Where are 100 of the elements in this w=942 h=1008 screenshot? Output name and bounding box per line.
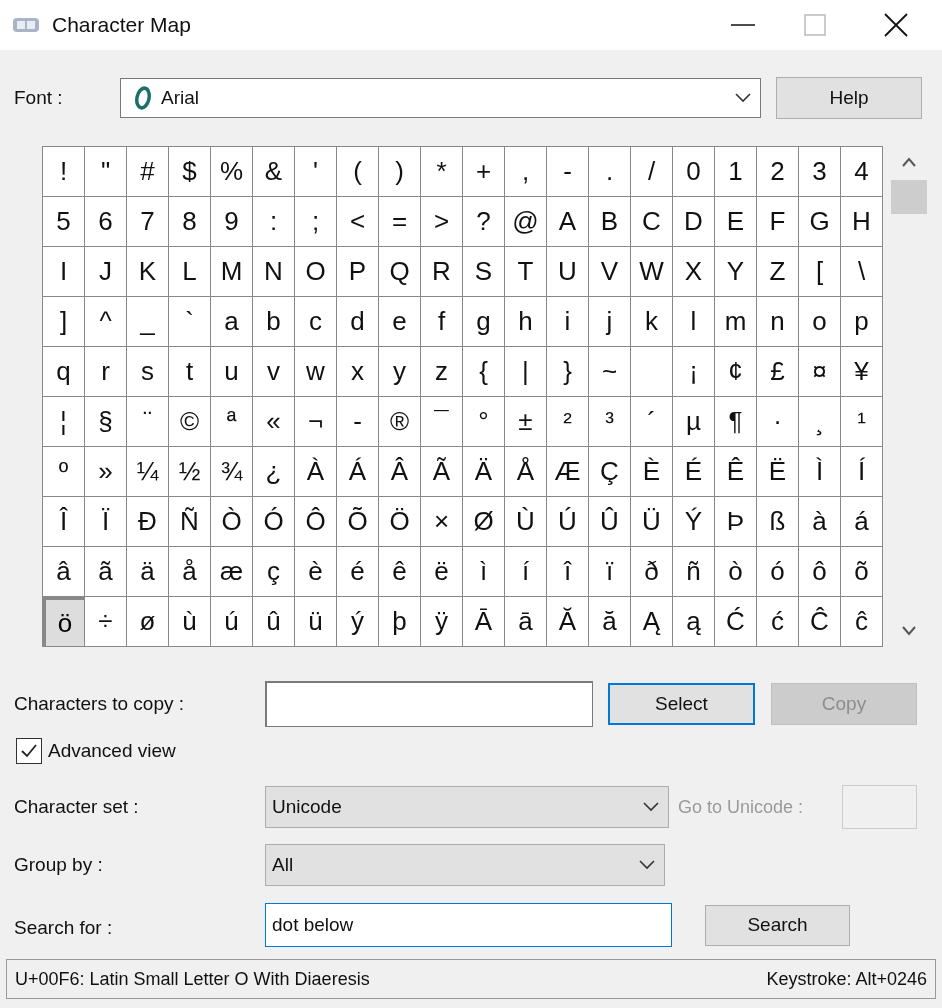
character-cell[interactable]: ½: [169, 447, 211, 497]
advanced-view-label[interactable]: Advanced view: [48, 736, 176, 766]
character-cell[interactable]: ª: [211, 397, 253, 447]
character-cell[interactable]: Þ: [715, 497, 757, 547]
character-cell[interactable]: 5: [43, 197, 85, 247]
character-cell[interactable]: d: [337, 297, 379, 347]
character-cell[interactable]: ñ: [673, 547, 715, 597]
character-cell[interactable]: Æ: [547, 447, 589, 497]
character-cell[interactable]: Õ: [337, 497, 379, 547]
character-cell[interactable]: ±: [505, 397, 547, 447]
character-cell[interactable]: *: [421, 147, 463, 197]
character-cell[interactable]: u: [211, 347, 253, 397]
character-cell[interactable]: ?: [463, 197, 505, 247]
character-cell[interactable]: Ì: [799, 447, 841, 497]
character-cell[interactable]: k: [631, 297, 673, 347]
character-cell[interactable]: X: [673, 247, 715, 297]
character-cell[interactable]: r: [85, 347, 127, 397]
character-cell[interactable]: 1: [715, 147, 757, 197]
character-cell[interactable]: D: [673, 197, 715, 247]
character-cell[interactable]: :: [253, 197, 295, 247]
character-cell[interactable]: #: [127, 147, 169, 197]
character-cell[interactable]: T: [505, 247, 547, 297]
character-cell[interactable]: î: [547, 547, 589, 597]
character-cell[interactable]: J: [85, 247, 127, 297]
character-cell[interactable]: ä: [127, 547, 169, 597]
character-cell[interactable]: Ă: [547, 597, 589, 647]
character-cell[interactable]: !: [43, 147, 85, 197]
character-cell[interactable]: ă: [589, 597, 631, 647]
character-cell[interactable]: ¤: [799, 347, 841, 397]
character-cell[interactable]: _: [127, 297, 169, 347]
character-cell[interactable]: ¯: [421, 397, 463, 447]
character-cell[interactable]: ¢: [715, 347, 757, 397]
character-cell[interactable]: I: [43, 247, 85, 297]
character-cell[interactable]: |: [505, 347, 547, 397]
character-cell[interactable]: É: [673, 447, 715, 497]
character-cell[interactable]: a: [211, 297, 253, 347]
character-cell[interactable]: «: [253, 397, 295, 447]
character-cell[interactable]: 8: [169, 197, 211, 247]
character-cell[interactable]: Í: [841, 447, 883, 497]
character-cell[interactable]: S: [463, 247, 505, 297]
search-button[interactable]: Search: [705, 904, 850, 946]
font-dropdown[interactable]: Arial: [120, 78, 761, 118]
character-cell[interactable]: C: [631, 197, 673, 247]
character-cell[interactable]: h: [505, 297, 547, 347]
character-cell[interactable]: ā: [505, 597, 547, 647]
character-cell[interactable]: x: [337, 347, 379, 397]
character-cell[interactable]: ¦: [43, 397, 85, 447]
character-cell[interactable]: Y: [715, 247, 757, 297]
character-cell[interactable]: º: [43, 447, 85, 497]
character-cell[interactable]: E: [715, 197, 757, 247]
character-cell[interactable]: è: [295, 547, 337, 597]
character-cell[interactable]: ą: [673, 597, 715, 647]
character-cell[interactable]: ¼: [127, 447, 169, 497]
character-cell[interactable]: G: [799, 197, 841, 247]
character-cell[interactable]: ú: [211, 597, 253, 647]
character-cell[interactable]: ~: [589, 347, 631, 397]
character-cell[interactable]: Ø: [463, 497, 505, 547]
group-by-dropdown[interactable]: All: [265, 844, 665, 886]
character-cell[interactable]: Ï: [85, 497, 127, 547]
character-cell[interactable]: Ä: [463, 447, 505, 497]
character-cell[interactable]: {: [463, 347, 505, 397]
character-cell[interactable]: W: [631, 247, 673, 297]
character-cell[interactable]: ¸: [799, 397, 841, 447]
character-cell[interactable]: ù: [169, 597, 211, 647]
character-cell[interactable]: ¶: [715, 397, 757, 447]
character-cell[interactable]: j: [589, 297, 631, 347]
character-cell[interactable]: ò: [715, 547, 757, 597]
character-cell[interactable]: Ĉ: [799, 597, 841, 647]
character-cell[interactable]: ó: [757, 547, 799, 597]
character-cell[interactable]: ©: [169, 397, 211, 447]
character-cell[interactable]: P: [337, 247, 379, 297]
character-cell[interactable]: (: [337, 147, 379, 197]
character-cell[interactable]: v: [253, 347, 295, 397]
character-cell[interactable]: $: [169, 147, 211, 197]
character-cell[interactable]: ): [379, 147, 421, 197]
character-cell[interactable]: Q: [379, 247, 421, 297]
character-cell[interactable]: H: [841, 197, 883, 247]
character-cell[interactable]: N: [253, 247, 295, 297]
character-cell[interactable]: Z: [757, 247, 799, 297]
character-cell[interactable]: ø: [127, 597, 169, 647]
character-cell[interactable]: L: [169, 247, 211, 297]
character-cell[interactable]: n: [757, 297, 799, 347]
character-cell[interactable]: ": [85, 147, 127, 197]
character-cell[interactable]: &: [253, 147, 295, 197]
character-cell[interactable]: .: [589, 147, 631, 197]
character-cell[interactable]: V: [589, 247, 631, 297]
character-cell[interactable]: 4: [841, 147, 883, 197]
character-cell[interactable]: û: [253, 597, 295, 647]
character-cell[interactable]: £: [757, 347, 799, 397]
character-cell[interactable]: 6: [85, 197, 127, 247]
characters-to-copy-field[interactable]: [265, 681, 593, 727]
character-cell[interactable]: Ñ: [169, 497, 211, 547]
character-cell[interactable]: õ: [841, 547, 883, 597]
character-cell[interactable]: Ð: [127, 497, 169, 547]
character-cell[interactable]: t: [169, 347, 211, 397]
character-cell[interactable]: Ć: [715, 597, 757, 647]
character-cell[interactable]: ×: [421, 497, 463, 547]
character-cell[interactable]: B: [589, 197, 631, 247]
character-cell[interactable]: l: [673, 297, 715, 347]
character-cell[interactable]: ¨: [127, 397, 169, 447]
